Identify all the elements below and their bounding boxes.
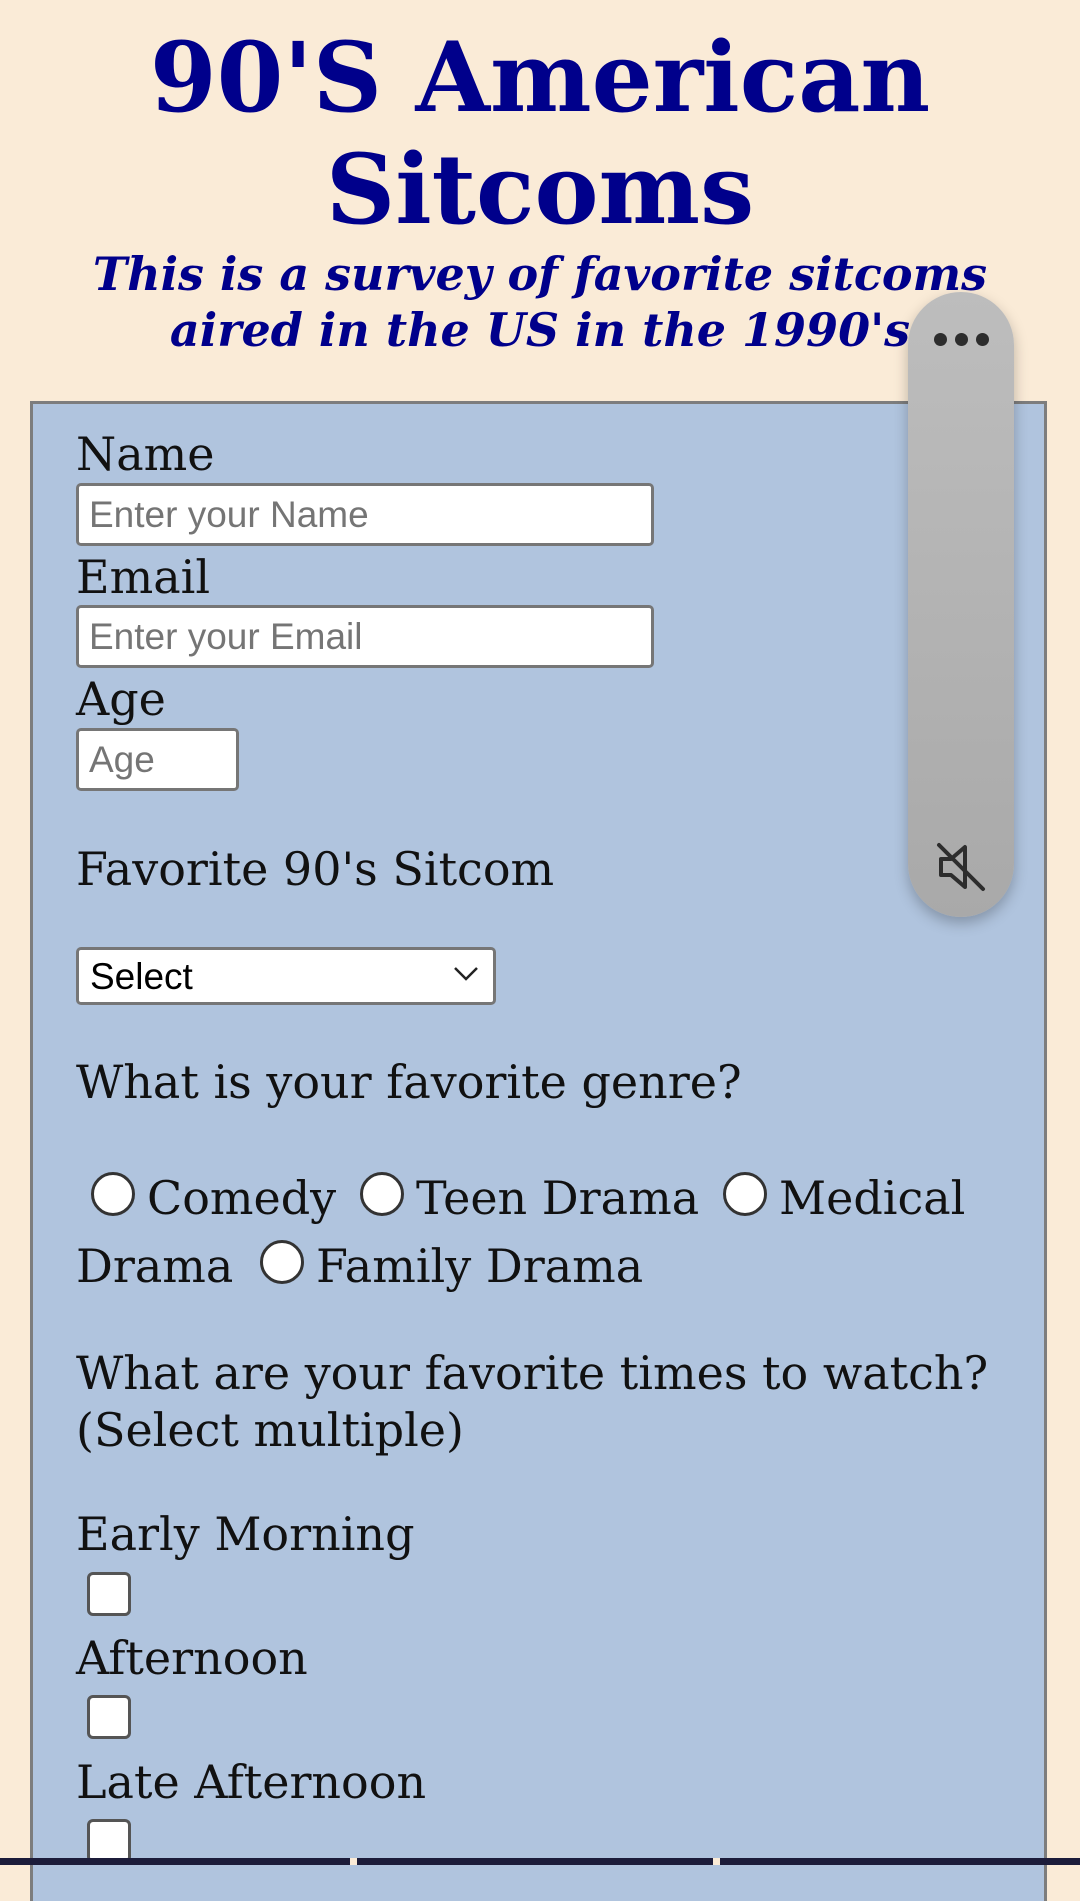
name-input[interactable] (76, 483, 654, 546)
chevron-down-icon (454, 967, 478, 981)
checkbox-late-afternoon[interactable] (87, 1819, 131, 1863)
page-title: 90'S American Sitcoms (149, 21, 931, 246)
email-label: Email (76, 550, 211, 604)
checkbox-label-late-afternoon: Late Afternoon (76, 1755, 427, 1809)
favorite-sitcom-select[interactable]: Select (76, 947, 496, 1005)
survey-form: Name Email Age Favorite 90's Sitcom Sele… (30, 401, 1047, 1901)
radio-label-drama: Drama (76, 1239, 234, 1293)
radio-label-comedy: Comedy (147, 1171, 337, 1225)
radio-family-drama[interactable] (260, 1240, 304, 1284)
radio-comedy[interactable] (91, 1172, 135, 1216)
radio-medical-drama[interactable] (723, 1172, 767, 1216)
checkbox-label-early-morning: Early Morning (76, 1507, 415, 1561)
radio-teen-drama[interactable] (360, 1172, 404, 1216)
age-input[interactable] (76, 728, 239, 791)
more-horizontal-icon[interactable] (934, 333, 990, 347)
age-label: Age (76, 672, 166, 726)
checkbox-early-morning[interactable] (87, 1572, 131, 1616)
floating-media-panel (908, 292, 1014, 917)
favorite-sitcom-label: Favorite 90's Sitcom (76, 842, 555, 896)
times-question-line-2: (Select multiple) (76, 1403, 464, 1457)
page-subtitle: This is a survey of favorite sitcoms air… (92, 247, 988, 357)
checkbox-afternoon[interactable] (87, 1695, 131, 1739)
genre-options-line-2: Drama Family Drama (76, 1236, 1006, 1296)
name-label: Name (76, 427, 215, 481)
times-question-line-1: What are your favorite times to watch? (76, 1346, 989, 1400)
radio-label-medical: Medical (779, 1171, 966, 1225)
genre-options-line-1: Comedy Teen Drama Medical (76, 1168, 1006, 1228)
bottom-edge (0, 1858, 1080, 1865)
radio-label-family-drama: Family Drama (316, 1239, 644, 1293)
select-value: Select (90, 956, 193, 997)
radio-label-teen-drama: Teen Drama (416, 1171, 700, 1225)
genre-question: What is your favorite genre? (76, 1055, 742, 1109)
checkbox-label-afternoon: Afternoon (76, 1631, 308, 1685)
volume-muted-icon[interactable] (933, 839, 989, 895)
email-input[interactable] (76, 605, 654, 668)
